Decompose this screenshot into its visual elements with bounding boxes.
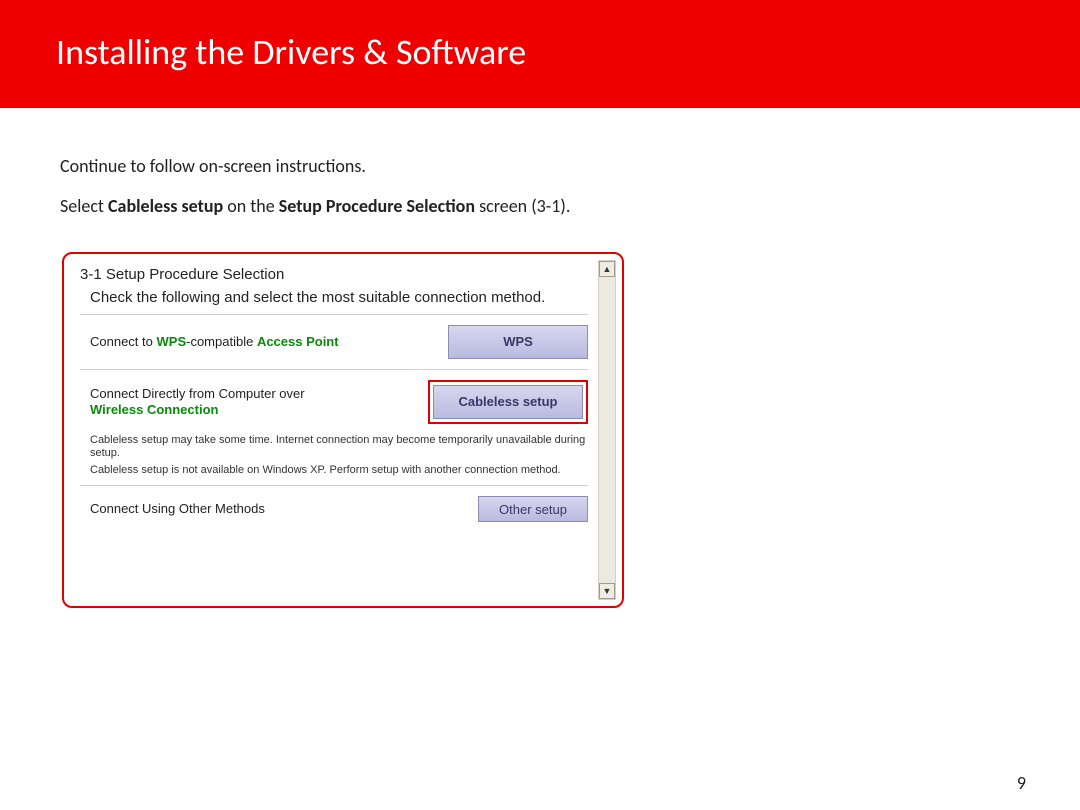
instruction-line-1: Continue to follow on-screen instruction… <box>60 155 366 177</box>
highlight-wireless-connection: Wireless Connection <box>90 402 218 417</box>
setup-procedure-dialog: 3-1 Setup Procedure Selection Check the … <box>62 252 624 608</box>
option-cableless-label: Connect Directly from Computer over Wire… <box>90 386 340 419</box>
option-cableless-row: Connect Directly from Computer over Wire… <box>90 380 588 424</box>
cableless-note-2: Cableless setup is not available on Wind… <box>90 464 588 477</box>
text: Connect to <box>90 334 157 349</box>
text: on the <box>223 195 279 217</box>
divider <box>80 369 588 370</box>
scroll-up-icon[interactable]: ▲ <box>599 261 615 277</box>
text: -compatible <box>186 334 257 349</box>
divider <box>80 485 588 486</box>
dialog-client-area: 3-1 Setup Procedure Selection Check the … <box>70 260 598 600</box>
text: Select <box>60 195 108 217</box>
option-other-row: Connect Using Other Methods Other setup <box>90 496 588 522</box>
slide: Installing the Drivers & Software Contin… <box>0 0 1080 810</box>
option-wps-label: Connect to WPS-compatible Access Point <box>90 334 339 350</box>
vertical-scrollbar[interactable]: ▲ ▼ <box>598 260 616 600</box>
scroll-down-icon[interactable]: ▼ <box>599 583 615 599</box>
page-number: 9 <box>1017 772 1026 794</box>
header-bar: Installing the Drivers & Software <box>0 0 1080 108</box>
dialog-subtitle: Check the following and select the most … <box>90 289 588 308</box>
page-title: Installing the Drivers & Software <box>56 30 1080 74</box>
dialog-title: 3-1 Setup Procedure Selection <box>80 266 588 283</box>
instruction-line-2: Select Cableless setup on the Setup Proc… <box>60 195 570 217</box>
divider <box>80 314 588 315</box>
cableless-note-1: Cableless setup may take some time. Inte… <box>90 434 588 460</box>
wps-button[interactable]: WPS <box>448 325 588 359</box>
text: screen (3-1). <box>475 195 570 217</box>
cableless-setup-button[interactable]: Cableless setup <box>433 385 583 419</box>
highlight-wps: WPS <box>157 334 187 349</box>
dialog-inner: 3-1 Setup Procedure Selection Check the … <box>64 254 622 606</box>
option-other-label: Connect Using Other Methods <box>90 501 265 517</box>
highlight-access-point: Access Point <box>257 334 339 349</box>
text: Connect Directly from Computer over <box>90 386 305 401</box>
emphasis-screen-name: Setup Procedure Selection <box>279 195 475 217</box>
emphasis-cableless: Cableless setup <box>108 195 223 217</box>
option-wps-row: Connect to WPS-compatible Access Point W… <box>90 325 588 359</box>
other-setup-button[interactable]: Other setup <box>478 496 588 522</box>
cableless-highlight-frame: Cableless setup <box>428 380 588 424</box>
